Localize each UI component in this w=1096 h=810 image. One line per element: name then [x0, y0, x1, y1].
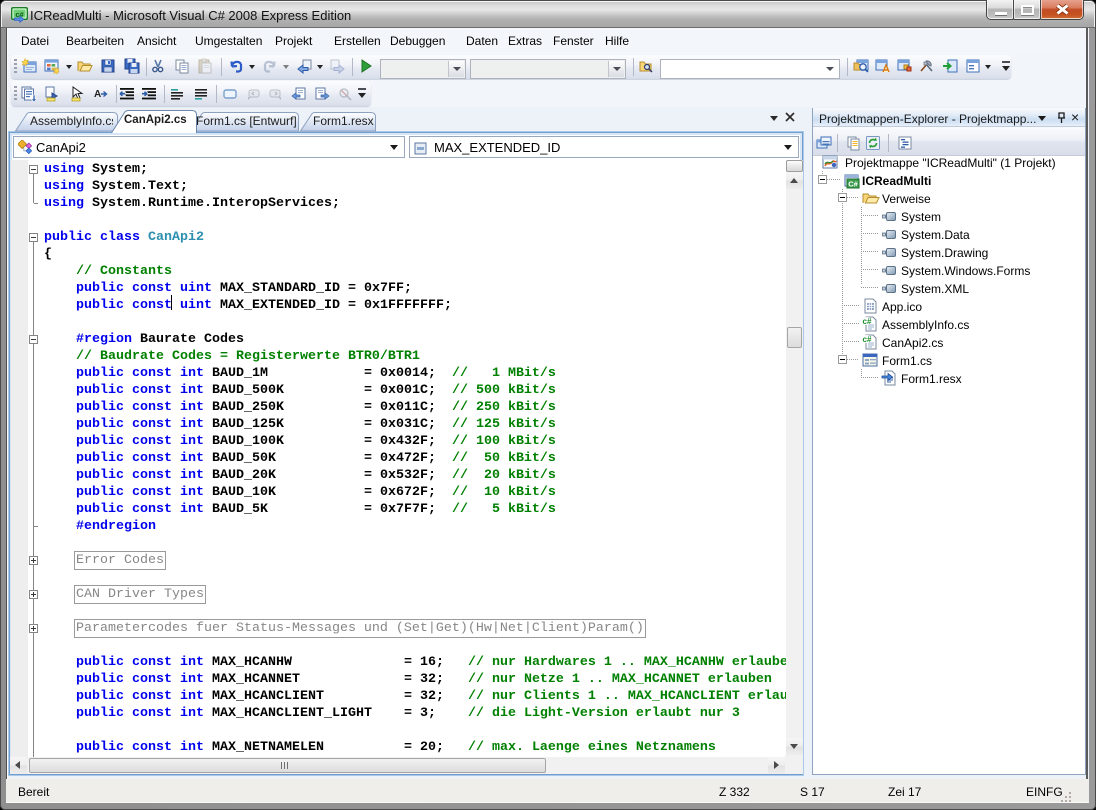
svg-text:c#: c# [863, 335, 872, 344]
svg-text:A: A [94, 89, 101, 100]
svg-text:C#: C# [848, 180, 858, 189]
svg-text:c#: c# [863, 317, 872, 326]
